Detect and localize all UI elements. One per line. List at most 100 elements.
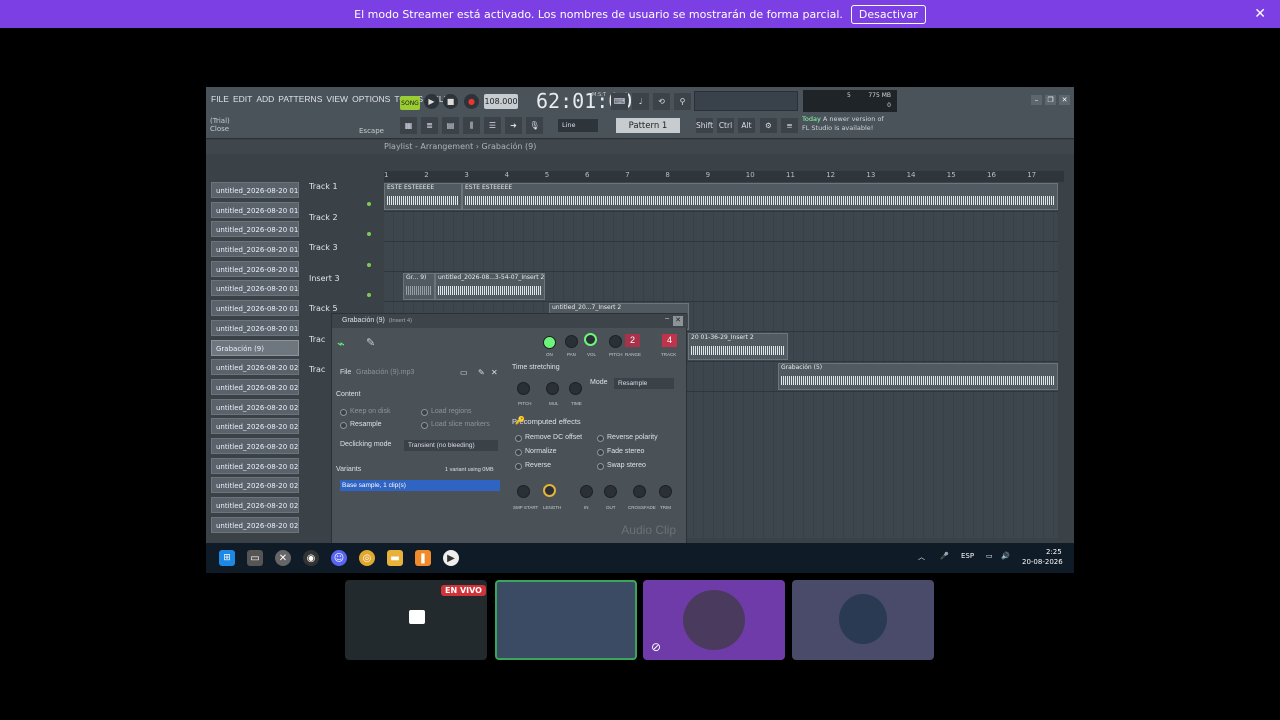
record-icon[interactable]: ●: [464, 94, 479, 109]
folder-icon[interactable]: ▬: [387, 550, 403, 566]
menu-file[interactable]: FILE: [211, 94, 229, 104]
clock-time[interactable]: 2:25: [1046, 548, 1062, 556]
network-icon[interactable]: ▭: [986, 552, 993, 560]
tray-arrow-icon[interactable]: ︿: [918, 552, 925, 562]
browser-item[interactable]: untitled_2026-08-20 02-...: [211, 437, 299, 454]
audio-clip[interactable]: ESTE ESTEEEEE: [384, 183, 462, 210]
gear-icon[interactable]: ⚙: [760, 118, 777, 133]
in-knob[interactable]: [580, 485, 593, 498]
arrow-icon[interactable]: ➜: [505, 117, 522, 134]
remove-icon[interactable]: ✕: [491, 368, 498, 377]
app-icon[interactable]: ✕: [275, 550, 291, 566]
webcam-thumbnail[interactable]: [495, 580, 637, 660]
length-knob[interactable]: [543, 484, 556, 497]
menu-options[interactable]: OPTIONS: [352, 94, 390, 104]
waveform-icon[interactable]: ⌁: [337, 336, 353, 352]
load-slice-radio[interactable]: [421, 422, 428, 429]
declicking-select[interactable]: Transient (no bleeding): [404, 440, 498, 451]
ts-pitch-knob[interactable]: [517, 382, 530, 395]
effect-radio[interactable]: [597, 449, 604, 456]
step-edit-icon[interactable]: ♩: [632, 93, 649, 110]
audio-clip[interactable]: ESTE ESTEEEEE: [462, 183, 1058, 210]
fl-studio-icon[interactable]: ❚: [415, 550, 431, 566]
song-mode-button[interactable]: SONG: [400, 96, 420, 110]
menu-icon[interactable]: ≡: [781, 118, 798, 133]
smp-start-knob[interactable]: [517, 485, 530, 498]
track-led[interactable]: [367, 232, 371, 236]
crossfade-knob[interactable]: [633, 485, 646, 498]
browser-item[interactable]: untitled_2026-08-20 02-...: [211, 497, 299, 513]
browser-item[interactable]: untitled_2026-08-20 02-...: [211, 457, 299, 474]
effect-radio[interactable]: [597, 435, 604, 442]
browser-item[interactable]: untitled_2026-08-20 01-...: [211, 182, 299, 198]
vol-knob[interactable]: [584, 333, 597, 346]
deactivate-button[interactable]: Desactivar: [850, 4, 926, 24]
on-led[interactable]: [543, 336, 556, 349]
effect-radio[interactable]: [515, 449, 522, 456]
browser-item[interactable]: untitled_2026-08-20 01-...: [211, 241, 299, 258]
audio-clip[interactable]: Gr... 9): [403, 273, 435, 300]
file-name[interactable]: Grabación (9).mp3: [356, 369, 414, 376]
playlist-icon[interactable]: ▦: [400, 117, 417, 134]
track-led[interactable]: [367, 202, 371, 206]
trim-knob[interactable]: [659, 485, 672, 498]
task-view-icon[interactable]: ▭: [247, 550, 263, 566]
track-label-5[interactable]: Track 5: [309, 304, 381, 313]
close-icon[interactable]: ✕: [673, 316, 683, 326]
menu-edit[interactable]: EDIT: [233, 94, 252, 104]
mode-select[interactable]: Resample: [614, 378, 674, 389]
avatar-thumbnail-1[interactable]: ⊘: [643, 580, 785, 660]
banner-close-icon[interactable]: ✕: [1254, 6, 1266, 22]
ts-time-knob[interactable]: [569, 382, 582, 395]
browser-item[interactable]: untitled_2026-08-20 02-...: [211, 516, 299, 533]
pan-knob[interactable]: [565, 335, 578, 348]
edit-icon[interactable]: ✎: [478, 368, 485, 377]
audio-clip[interactable]: 20 01-36-29_Insert 2: [688, 333, 788, 360]
dialog-title-bar[interactable]: Grabación (9) (Insert 4): [332, 314, 688, 328]
effect-radio[interactable]: [515, 435, 522, 442]
menu-view[interactable]: VIEW: [326, 94, 348, 104]
pitch-knob[interactable]: [609, 335, 622, 348]
menu-patterns[interactable]: PATTERNS: [278, 94, 322, 104]
mic-icon[interactable]: 🎤: [940, 552, 949, 560]
effect-radio[interactable]: [515, 463, 522, 470]
maximize-icon[interactable]: ❐: [1045, 95, 1056, 105]
browser-item[interactable]: untitled_2026-08-20 02-...: [211, 477, 299, 494]
mixer-icon[interactable]: ⫼: [463, 117, 480, 134]
screen-share-thumbnail[interactable]: EN VIVO: [345, 580, 487, 660]
discord-icon[interactable]: ☺: [331, 550, 347, 566]
range-value[interactable]: 2: [625, 334, 640, 347]
browser-item[interactable]: Grabación (9): [211, 339, 299, 356]
metronome-icon[interactable]: ⚲: [674, 93, 691, 110]
audio-clip[interactable]: untitled_2026-08...3-54-07_Insert 2: [435, 273, 545, 300]
load-regions-radio[interactable]: [421, 409, 428, 416]
keep-on-disk-radio[interactable]: [340, 409, 347, 416]
wrench-icon[interactable]: ✎: [366, 336, 375, 349]
variant-item[interactable]: Base sample, 1 clip(s): [340, 480, 500, 491]
alt-key[interactable]: Alt: [738, 118, 755, 133]
minimize-icon[interactable]: –: [1031, 95, 1042, 105]
browser-item[interactable]: untitled_2026-08-20 01-...: [211, 319, 299, 336]
track-label-1[interactable]: Track 1: [309, 182, 381, 206]
pattern-selector[interactable]: Pattern 1: [616, 118, 680, 133]
play-icon[interactable]: ▶: [424, 94, 439, 109]
minimize-icon[interactable]: –: [665, 315, 669, 322]
browser-item[interactable]: untitled_2026-08-20 01-...: [211, 201, 299, 218]
browser-item[interactable]: untitled_2026-08-20 01-...: [211, 280, 299, 297]
track-label-4[interactable]: Insert 3: [309, 274, 381, 297]
chrome-icon[interactable]: ◎: [359, 550, 375, 566]
browser-icon[interactable]: ☰: [484, 117, 501, 134]
mic-icon[interactable]: 🎙: [526, 117, 543, 134]
media-player-icon[interactable]: ▶: [443, 550, 459, 566]
clock-date[interactable]: 20-08-2026: [1022, 558, 1063, 566]
browser-item[interactable]: untitled_2026-08-20 01-...: [211, 300, 299, 317]
browser-item[interactable]: untitled_2026-08-20 02-...: [211, 378, 299, 395]
snap-select[interactable]: Line: [558, 119, 598, 132]
track-value[interactable]: 4: [662, 334, 677, 347]
language-indicator[interactable]: ESP: [961, 552, 974, 560]
audio-clip[interactable]: Grabación (5): [778, 363, 1058, 390]
loop-record-icon[interactable]: ⟲: [653, 93, 670, 110]
typing-keyboard-icon[interactable]: ⌨: [611, 93, 628, 110]
avatar-thumbnail-2[interactable]: [792, 580, 934, 660]
track-led[interactable]: [367, 293, 371, 297]
